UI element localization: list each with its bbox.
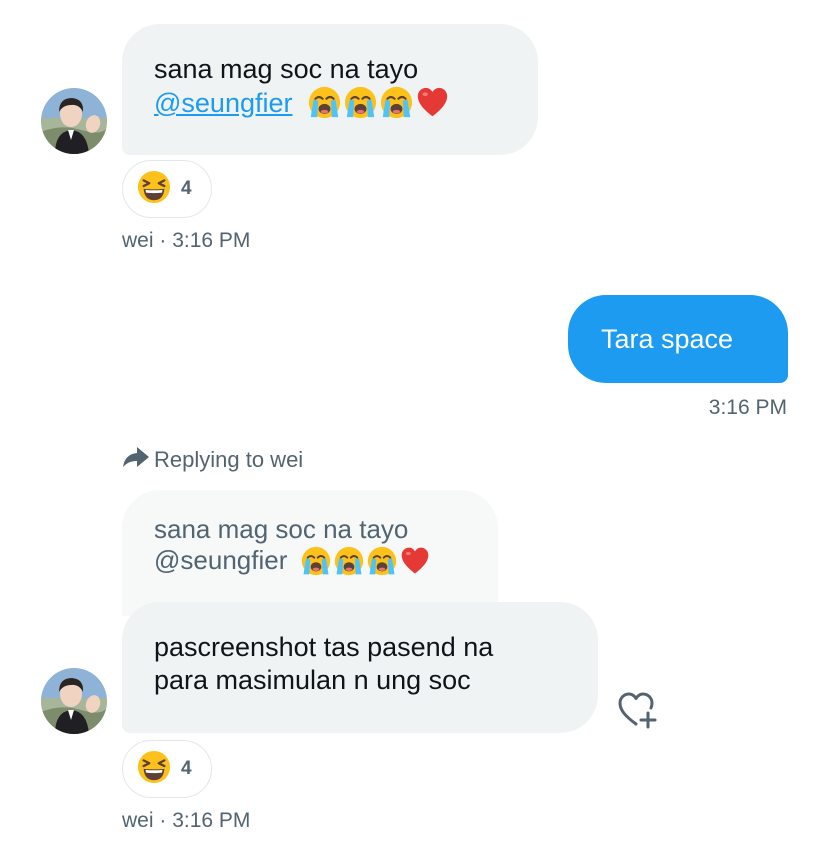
red-heart-icon — [416, 86, 449, 119]
red-heart-icon — [400, 546, 430, 576]
quoted-mention: @seungfier — [154, 545, 288, 575]
replying-to-label: Replying to wei — [122, 445, 303, 475]
grinning-squinting-face-icon — [137, 750, 171, 789]
outgoing-message-bubble[interactable]: Tara space — [568, 295, 788, 383]
avatar[interactable] — [41, 88, 107, 154]
loudly-crying-face-icon — [344, 86, 377, 119]
loudly-crying-face-icon — [367, 546, 397, 576]
reaction-count: 4 — [181, 758, 192, 779]
loudly-crying-face-icon — [380, 86, 413, 119]
loudly-crying-face-icon — [301, 546, 331, 576]
reaction-pill[interactable]: 4 — [122, 740, 212, 798]
message-text: sana mag soc na tayo — [154, 54, 419, 84]
mention-link[interactable]: @seungfier — [154, 88, 292, 118]
sender-name[interactable]: wei — [122, 809, 154, 832]
message-bubble[interactable]: sana mag soc na tayo @seungfier — [122, 24, 538, 155]
timestamp: 3:16 PM — [708, 396, 787, 419]
message-bubble[interactable]: pascreenshot tas pasend na para masimula… — [122, 602, 598, 733]
replying-to-text: Replying to wei — [154, 447, 304, 472]
message-meta: wei · 3:16 PM — [122, 229, 251, 252]
grinning-squinting-face-icon — [137, 170, 171, 209]
reaction-pill[interactable]: 4 — [122, 160, 212, 218]
message-text-line1: pascreenshot tas pasend na — [154, 632, 494, 662]
add-reaction-icon[interactable] — [617, 691, 659, 734]
message-text-line2: para masimulan n ung soc — [154, 665, 471, 695]
timestamp: 3:16 PM — [172, 809, 251, 832]
sender-name[interactable]: wei — [122, 229, 154, 252]
message-meta: wei · 3:16 PM — [122, 809, 251, 832]
message-text: Tara space — [601, 324, 734, 354]
reaction-count: 4 — [181, 178, 192, 199]
loudly-crying-face-icon — [334, 546, 364, 576]
quoted-text: sana mag soc na tayo — [154, 514, 409, 544]
avatar[interactable] — [41, 668, 107, 734]
timestamp: 3:16 PM — [172, 229, 251, 252]
reply-arrow-icon — [122, 445, 154, 475]
quoted-message[interactable]: sana mag soc na tayo @seungfier — [122, 490, 498, 616]
loudly-crying-face-icon — [308, 86, 341, 119]
